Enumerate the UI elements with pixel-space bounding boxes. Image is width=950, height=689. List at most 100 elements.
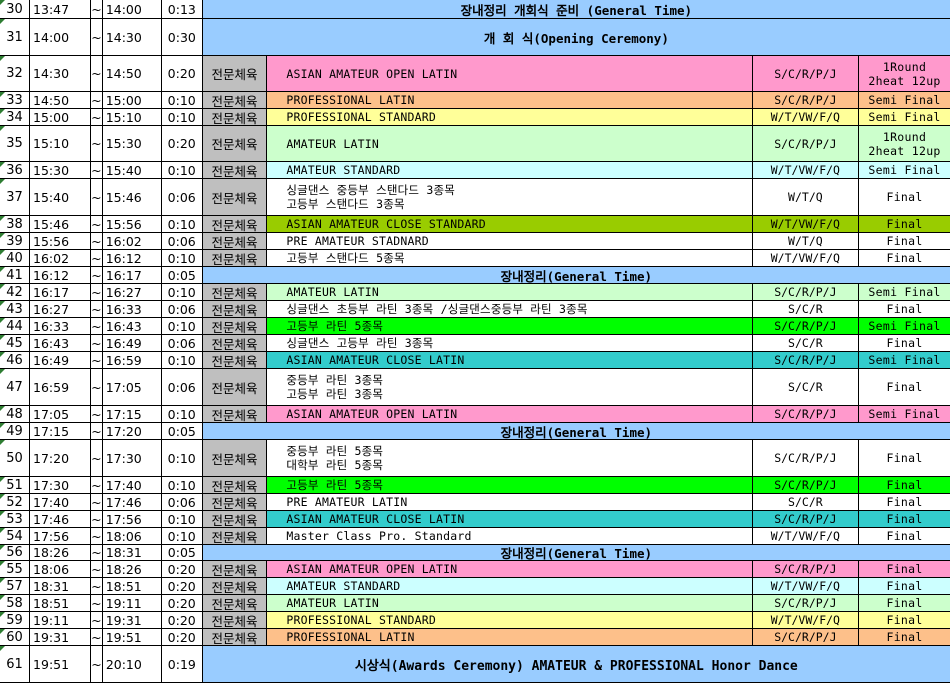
event-cell[interactable]: 싱글댄스 고등부 라틴 3종목 — [267, 335, 753, 351]
end-time[interactable]: 16:02 — [103, 233, 162, 249]
row-number[interactable]: 31 — [0, 19, 31, 55]
duration[interactable]: 0:05 — [162, 545, 203, 560]
round-cell[interactable]: Semi Final — [859, 406, 950, 422]
time-separator[interactable]: ~ — [91, 406, 103, 422]
event-cell[interactable]: 고등부 스탠다드 5종목 — [267, 250, 753, 266]
schedule-row[interactable]: 32 14:30 ~14:50 0:20 전문체육 ASIAN AMATEUR OPEN … — [0, 56, 950, 92]
time-separator[interactable]: ~ — [91, 318, 103, 334]
dance-cell[interactable]: S/C/R — [752, 494, 860, 510]
time-separator[interactable]: ~ — [91, 335, 103, 351]
time-separator[interactable]: ~ — [91, 92, 103, 108]
dance-cell[interactable]: S/C/R/P/J — [752, 477, 860, 493]
category-cell[interactable]: 전문체육 — [202, 511, 268, 527]
row-number[interactable]: 32 — [0, 56, 31, 91]
dance-cell[interactable]: S/C/R/P/J — [752, 406, 860, 422]
event-cell[interactable]: Master Class Pro. Standard — [267, 528, 753, 544]
category-cell[interactable]: 전문체육 — [202, 216, 268, 232]
time-separator[interactable]: ~ — [91, 561, 103, 577]
duration[interactable]: 0:10 — [162, 477, 203, 493]
schedule-break-row[interactable]: 30 13:47 ~14:00 0:13 장내정리 개회식 준비 (General Ti… — [0, 0, 950, 19]
category-cell[interactable]: 전문체육 — [202, 477, 268, 493]
start-time[interactable]: 15:30 — [30, 162, 92, 178]
category-cell[interactable]: 전문체육 — [202, 629, 268, 645]
start-time[interactable]: 17:20 — [30, 440, 92, 476]
start-time[interactable]: 18:26 — [30, 545, 92, 560]
category-cell[interactable]: 전문체육 — [202, 92, 268, 108]
duration[interactable]: 0:20 — [162, 595, 203, 611]
round-cell[interactable]: Semi Final — [859, 109, 950, 125]
end-time[interactable]: 16:27 — [103, 284, 162, 300]
end-time[interactable]: 17:40 — [103, 477, 162, 493]
event-cell[interactable]: AMATEUR LATIN — [267, 284, 753, 300]
category-cell[interactable]: 전문체육 — [202, 578, 268, 594]
schedule-row[interactable]: 36 15:30 ~15:40 0:10 전문체육 AMATEUR STANDARD W/T… — [0, 162, 950, 179]
dance-cell[interactable]: W/T/VW/F/Q — [752, 109, 860, 125]
schedule-row[interactable]: 55 18:06 ~18:26 0:20 전문체육 ASIAN AMATEUR OPEN … — [0, 561, 950, 578]
end-time[interactable]: 18:06 — [103, 528, 162, 544]
event-cell[interactable]: ASIAN AMATEUR OPEN LATIN — [267, 406, 753, 422]
end-time[interactable]: 14:30 — [103, 19, 162, 55]
schedule-row[interactable]: 58 18:51 ~19:11 0:20 전문체육 AMATEUR LATIN S/C/R/… — [0, 595, 950, 612]
start-time[interactable]: 16:02 — [30, 250, 92, 266]
schedule-row[interactable]: 34 15:00 ~15:10 0:10 전문체육 PROFESSIONAL STANDA… — [0, 109, 950, 126]
event-cell[interactable]: 중등부 라틴 5종목 대학부 라틴 5종목 — [267, 440, 753, 476]
start-time[interactable]: 15:46 — [30, 216, 92, 232]
round-cell[interactable]: Final — [859, 440, 950, 476]
general-time-banner[interactable]: 장내정리(General Time) — [202, 423, 950, 439]
end-time[interactable]: 18:51 — [103, 578, 162, 594]
end-time[interactable]: 14:00 — [103, 0, 162, 18]
start-time[interactable]: 14:00 — [30, 19, 92, 55]
round-cell[interactable]: Final — [859, 561, 950, 577]
time-separator[interactable]: ~ — [91, 162, 103, 178]
schedule-break-row[interactable]: 41 16:12 ~16:17 0:05 장내정리(General Time) — [0, 267, 950, 284]
time-separator[interactable]: ~ — [91, 179, 103, 215]
end-time[interactable]: 16:59 — [103, 352, 162, 368]
start-time[interactable]: 16:27 — [30, 301, 92, 317]
start-time[interactable]: 16:43 — [30, 335, 92, 351]
start-time[interactable]: 18:51 — [30, 595, 92, 611]
start-time[interactable]: 19:31 — [30, 629, 92, 645]
time-separator[interactable]: ~ — [91, 250, 103, 266]
start-time[interactable]: 15:10 — [30, 126, 92, 161]
start-time[interactable]: 16:49 — [30, 352, 92, 368]
schedule-break-row[interactable]: 49 17:15 ~17:20 0:05 장내정리(General Time) — [0, 423, 950, 440]
start-time[interactable]: 15:00 — [30, 109, 92, 125]
end-time[interactable]: 15:00 — [103, 92, 162, 108]
event-cell[interactable]: 싱글댄스 중등부 스탠다드 3종목 고등부 스탠다드 3종목 — [267, 179, 753, 215]
row-number[interactable]: 45 — [0, 335, 31, 351]
duration[interactable]: 0:06 — [162, 301, 203, 317]
event-cell[interactable]: AMATEUR STANDARD — [267, 578, 753, 594]
round-cell[interactable]: Final — [859, 369, 950, 405]
time-separator[interactable]: ~ — [91, 595, 103, 611]
round-cell[interactable]: Semi Final — [859, 352, 950, 368]
category-cell[interactable]: 전문체육 — [202, 561, 268, 577]
time-separator[interactable]: ~ — [91, 629, 103, 645]
duration[interactable]: 0:20 — [162, 56, 203, 91]
row-number[interactable]: 42 — [0, 284, 31, 300]
row-number[interactable]: 57 — [0, 578, 31, 594]
start-time[interactable]: 17:05 — [30, 406, 92, 422]
round-cell[interactable]: Final — [859, 595, 950, 611]
round-cell[interactable]: Final — [859, 578, 950, 594]
end-time[interactable]: 16:33 — [103, 301, 162, 317]
duration[interactable]: 0:10 — [162, 109, 203, 125]
round-cell[interactable]: Final — [859, 477, 950, 493]
category-cell[interactable]: 전문체육 — [202, 126, 268, 161]
duration[interactable]: 0:10 — [162, 92, 203, 108]
end-time[interactable]: 15:46 — [103, 179, 162, 215]
row-number[interactable]: 40 — [0, 250, 31, 266]
time-separator[interactable]: ~ — [91, 284, 103, 300]
start-time[interactable]: 17:46 — [30, 511, 92, 527]
duration[interactable]: 0:20 — [162, 612, 203, 628]
time-separator[interactable]: ~ — [91, 646, 103, 682]
row-number[interactable]: 50 — [0, 440, 31, 476]
end-time[interactable]: 19:31 — [103, 612, 162, 628]
dance-cell[interactable]: S/C/R/P/J — [752, 511, 860, 527]
duration[interactable]: 0:10 — [162, 406, 203, 422]
schedule-row[interactable]: 38 15:46 ~15:56 0:10 전문체육 ASIAN AMATEUR CLOSE… — [0, 216, 950, 233]
dance-cell[interactable]: W/T/Q — [752, 233, 860, 249]
end-time[interactable]: 16:43 — [103, 318, 162, 334]
duration[interactable]: 0:06 — [162, 494, 203, 510]
schedule-row[interactable]: 45 16:43 ~16:49 0:06 전문체육 싱글댄스 고등부 라틴 3종목 S/C/… — [0, 335, 950, 352]
duration[interactable]: 0:20 — [162, 578, 203, 594]
